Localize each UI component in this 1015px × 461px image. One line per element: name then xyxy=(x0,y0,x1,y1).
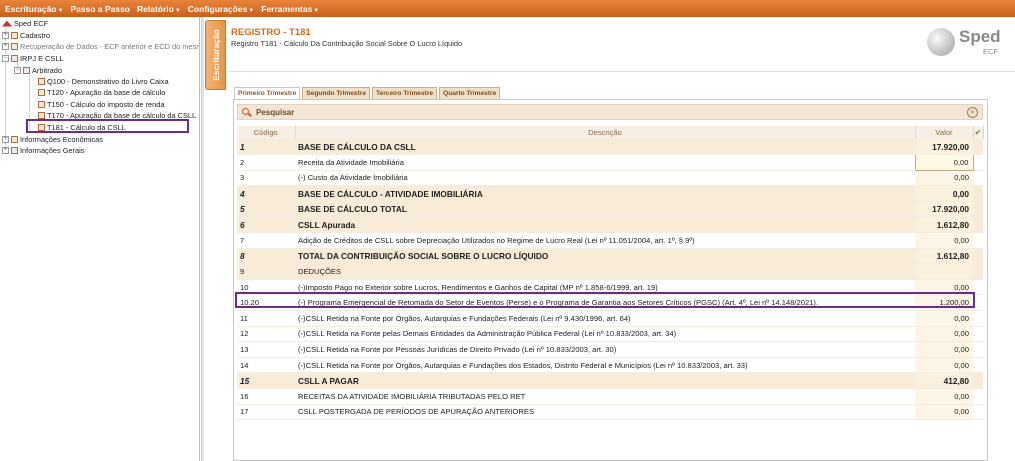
chevron-down-icon: ▼ xyxy=(57,7,64,14)
table-row[interactable]: 15 CSLL A PAGAR 412,80 xyxy=(237,372,983,389)
book-icon xyxy=(38,78,45,85)
value-input[interactable]: 0,00 xyxy=(915,232,973,249)
column-valor: Valor xyxy=(915,126,974,139)
tree-item-info-gerais[interactable]: + Informações Gerais xyxy=(2,145,85,156)
tree-item-cadastro[interactable]: + Cadastro xyxy=(2,30,50,41)
column-codigo: Código xyxy=(237,126,296,139)
table-row[interactable]: 8 TOTAL DA CONTRIBUIÇÃO SOCIAL SOBRE O L… xyxy=(237,248,983,265)
quarter-tabs: Primeiro Trimestre Segundo Trimestre Ter… xyxy=(234,87,501,100)
table-header: Código Descrição Valor ✔ xyxy=(237,126,984,139)
table-row[interactable]: 3 (-) Custo da Atividade Imobiliária 0,0… xyxy=(237,170,983,187)
table-row[interactable]: 7 Adição de Créditos de CSLL sobre Depre… xyxy=(237,232,983,249)
tree-selection-highlight xyxy=(26,119,189,133)
value-input[interactable]: 0,00 xyxy=(915,404,973,421)
navigation-tree: Sped ECF + Cadastro + Recuperação de Dados… xyxy=(0,17,200,461)
value-input[interactable]: 0,00 xyxy=(915,170,973,187)
search-label: Pesquisar xyxy=(256,107,295,117)
collapse-icon[interactable]: − xyxy=(2,55,9,62)
book-icon xyxy=(11,55,18,62)
value-input[interactable]: 0,00 xyxy=(914,154,974,171)
value-input[interactable]: 0,00 xyxy=(915,310,973,327)
value-input[interactable]: 0,00 xyxy=(915,326,973,343)
t181-table: Código Descrição Valor ✔ 1 BASE DE CÁLCU… xyxy=(237,126,984,421)
globe-icon xyxy=(927,28,955,56)
row-highlight-10-20 xyxy=(235,292,975,308)
collapse-icon[interactable]: − xyxy=(14,67,21,74)
table-row[interactable]: 17 CSLL POSTERGADA DE PERÍODOS DE APURAÇ… xyxy=(237,404,983,421)
expand-search-icon[interactable]: » xyxy=(967,107,978,118)
menubar: Escrituração▼ Passo a Passo Relatório▼ C… xyxy=(0,0,1015,17)
book-icon xyxy=(11,147,18,154)
table-row[interactable]: 13 (-)CSLL Retida na Fonte por Pessoas J… xyxy=(237,341,983,358)
check-column-icon: ✔ xyxy=(973,126,984,139)
table-row[interactable]: 16 RECEITAS DA ATIVIDADE IMOBILIÁRIA TRI… xyxy=(237,388,983,405)
expand-icon[interactable]: + xyxy=(2,43,9,50)
tree-item-irpj-csll[interactable]: − IRPJ E CSLL xyxy=(2,53,64,64)
expand-icon[interactable]: + xyxy=(2,136,9,143)
tree-item-recuperacao[interactable]: + Recuperação de Dados - ECF anterior e E… xyxy=(2,41,199,52)
book-icon xyxy=(11,136,18,143)
menu-ferramentas[interactable]: Ferramentas▼ xyxy=(259,4,324,14)
side-tab-escrituracao[interactable]: Escrituração xyxy=(205,20,226,90)
page-title: REGISTRO - T181 xyxy=(231,27,311,38)
menu-escrituracao[interactable]: Escrituração▼ xyxy=(3,4,68,14)
book-icon xyxy=(11,32,18,39)
value-input[interactable]: 0,00 xyxy=(915,341,973,358)
table-row[interactable]: 4 BASE DE CÁLCULO - ATIVIDADE IMOBILIÁRI… xyxy=(237,185,983,202)
tree-item-info-economicas[interactable]: + Informações Econômicas xyxy=(2,134,103,145)
register-header: REGISTRO - T181 Registro T181 - Cálculo … xyxy=(228,17,1015,72)
table-row[interactable]: 12 (-)CSLL Retida na Fonte pelas Demais … xyxy=(237,326,983,343)
book-icon xyxy=(23,67,30,74)
column-descricao: Descrição xyxy=(295,126,916,139)
expand-icon[interactable]: + xyxy=(2,147,9,154)
table-row[interactable]: 6 CSLL Apurada 1.612,80 xyxy=(237,216,983,234)
menu-relatorio[interactable]: Relatório▼ xyxy=(135,4,186,14)
chevron-down-icon: ▼ xyxy=(174,7,181,14)
menu-configuracoes[interactable]: Configurações▼ xyxy=(186,4,259,14)
tree-item-t150[interactable]: T150 - Cálculo do imposto de renda xyxy=(38,99,165,110)
table-row[interactable]: 14 (-)CSLL Retida na Fonte por Órgãos, A… xyxy=(237,357,983,374)
tree-item-q100[interactable]: Q100 - Demonstrativo do Livro Caixa xyxy=(38,76,169,87)
panel-splitter[interactable] xyxy=(201,17,204,461)
chevron-down-icon: ▼ xyxy=(313,7,320,14)
table-row[interactable]: 5 BASE DE CÁLCULO TOTAL 17.920,00 xyxy=(237,201,983,218)
tree-item-root[interactable]: Sped ECF xyxy=(2,18,48,29)
expand-icon[interactable]: + xyxy=(2,32,9,39)
table-row[interactable]: 11 (-)CSLL Retida na Fonte por Órgãos, A… xyxy=(237,310,983,327)
book-icon xyxy=(11,43,18,50)
tree-item-t120[interactable]: T120 - Apuração da base de cálculo xyxy=(38,87,165,98)
book-icon xyxy=(38,101,45,108)
value-input[interactable]: 0,00 xyxy=(915,357,973,374)
page-subtitle: Registro T181 - Cálculo Da Contribuição … xyxy=(231,39,463,48)
menu-passo-a-passo[interactable]: Passo a Passo xyxy=(68,4,135,14)
chevron-down-icon: ▼ xyxy=(248,7,255,14)
book-icon xyxy=(38,112,45,119)
table-row[interactable]: 1 BASE DE CÁLCULO DA CSLL 17.920,00 xyxy=(237,139,983,156)
table-row[interactable]: 9 DEDUÇÕES xyxy=(237,263,983,280)
search-bar[interactable]: Pesquisar » xyxy=(237,104,983,120)
sped-ecf-logo: Sped ECF xyxy=(927,25,1007,59)
tree-item-arbitrado[interactable]: − Arbitrado xyxy=(14,65,62,76)
tab-quarto-trimestre[interactable]: Quarto Trimestre xyxy=(439,87,501,99)
tab-terceiro-trimestre[interactable]: Terceiro Trimestre xyxy=(372,87,438,99)
sped-logo-icon xyxy=(2,20,12,27)
value-input[interactable]: 0,00 xyxy=(915,388,973,405)
table-row[interactable]: 2 Receita da Atividade Imobiliária 0,00 xyxy=(237,154,983,171)
tab-segundo-trimestre[interactable]: Segundo Trimestre xyxy=(302,87,371,99)
book-icon xyxy=(38,89,45,96)
search-icon xyxy=(242,107,251,117)
